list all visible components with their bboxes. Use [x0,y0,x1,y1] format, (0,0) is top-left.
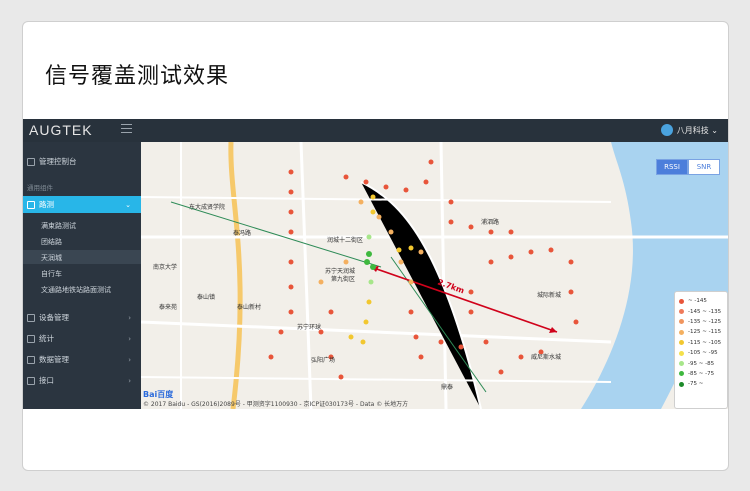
legend-dot [679,361,684,367]
dashboard-icon [27,157,35,166]
stats-icon [27,334,35,343]
sidebar-item-api[interactable]: 接口 › [23,372,141,389]
legend-dot [679,340,684,346]
sidebar-item-label: 设备管理 [39,313,69,322]
map-label: 泰山新村 [237,304,262,311]
plug-icon [27,376,35,385]
menu-toggle-icon[interactable] [121,124,132,134]
subitem-route-3[interactable]: 天润城 [41,253,62,263]
sidebar-item-label: 路测 [39,200,54,209]
map-label: 城际新城 [537,292,562,299]
map-label: 润城十二街区 [327,237,364,244]
chevron-right-icon: › [128,313,131,322]
slide-card: 信号覆盖测试效果 AUGTEK 八月科技 ⌄ 管理控制台 通用组件 路测 ⌄ 满… [22,21,729,471]
sidebar-item-stats[interactable]: 统计 › [23,330,141,347]
map-label: 鼎泰 [441,384,454,391]
legend-dot [679,309,684,315]
chevron-right-icon: › [128,334,131,343]
legend-entry: -85 ~ -75 [679,369,723,379]
sidebar-section-title: 通用组件 [27,184,53,192]
map-label: 浦泗路 [481,219,500,226]
map-label: 威尼斯水城 [531,354,562,361]
user-menu[interactable]: 八月科技 ⌄ [660,124,718,136]
sidebar-item-label: 统计 [39,334,54,343]
subitem-route-2[interactable]: 团结路 [41,237,62,247]
map-view[interactable]: RSSI SNR 东大成贤学院 泰冯路 泰山新村 泰山镇 泰来苑 润城十二街区 … [141,142,728,409]
map-label: 泰来苑 [159,304,178,311]
tab-rssi[interactable]: RSSI [656,159,688,175]
chevron-right-icon: › [128,355,131,364]
sidebar-item-label: 管理控制台 [39,157,77,166]
sidebar-item-label: 数据管理 [39,355,69,364]
map-label: 南京大学 [153,264,178,271]
legend-entry: -135 ~ -125 [679,317,723,327]
sidebar: 管理控制台 通用组件 路测 ⌄ 满束路测试 团结路 天润城 自行车 文通路地铁站… [23,142,141,409]
sidebar-item-devices[interactable]: 设备管理 › [23,309,141,326]
legend-entry: -105 ~ -95 [679,348,723,358]
subitem-route-5[interactable]: 文通路地铁站路面测试 [41,285,111,295]
legend-dot [679,381,684,387]
map-canvas [141,142,728,409]
sidebar-item-data[interactable]: 数据管理 › [23,351,141,368]
chevron-right-icon: › [128,376,131,385]
legend-dot [679,319,684,325]
legend-entry: -75 ~ [679,379,723,389]
legend-dot [679,350,684,356]
avatar [660,124,673,136]
app-window: AUGTEK 八月科技 ⌄ 管理控制台 通用组件 路测 ⌄ 满束路测试 团结路 … [23,119,728,409]
map-label: 泰冯路 [233,230,252,237]
legend-dot [679,329,684,335]
sidebar-item-drive-test[interactable]: 路测 ⌄ [23,196,141,213]
legend-entry: -95 ~ -85 [679,358,723,368]
signal-legend: ~ -145 -145 ~ -135 -135 ~ -125 -125 ~ -1… [674,291,728,409]
gear-icon [27,313,35,322]
sidebar-item-console[interactable]: 管理控制台 [23,153,141,170]
map-copyright: © 2017 Baidu - GS(2016)2089号 - 甲测资字11009… [143,401,409,408]
map-label: 苏宁环球 [297,324,322,331]
top-bar: AUGTEK 八月科技 ⌄ [23,119,728,142]
legend-entry: -145 ~ -135 [679,306,723,316]
monitor-icon [27,200,35,209]
subitem-route-1[interactable]: 满束路测试 [41,221,76,231]
legend-entry: ~ -145 [679,296,723,306]
slide-title: 信号覆盖测试效果 [45,64,230,89]
subitem-route-4[interactable]: 自行车 [41,269,62,279]
tab-snr[interactable]: SNR [688,159,720,175]
legend-entry: -115 ~ -105 [679,338,723,348]
legend-dot [679,298,684,304]
database-icon [27,355,35,364]
chevron-down-icon: ⌄ [125,200,131,209]
map-label: 泰山镇 [197,294,216,301]
map-label: 弘阳广场 [311,357,336,364]
legend-dot [679,371,684,377]
map-label: 第九街区 [331,276,356,283]
logo: AUGTEK [29,122,93,138]
legend-entry: -125 ~ -115 [679,327,723,337]
sidebar-item-label: 接口 [39,376,54,385]
user-name: 八月科技 ⌄ [676,125,718,135]
map-label: 东大成贤学院 [189,204,226,211]
